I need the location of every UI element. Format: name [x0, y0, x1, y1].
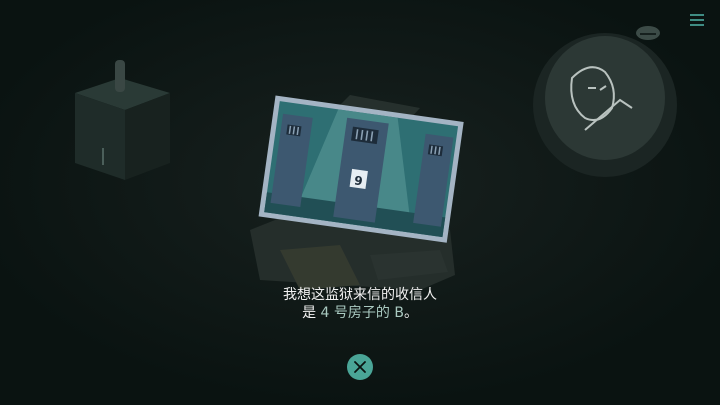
dialog-line-2-suffix: 。: [403, 305, 418, 321]
dialog-highlight: 4 号房子的 B: [320, 305, 404, 321]
dialog-line-2-prefix: 是: [302, 305, 317, 321]
menu-button[interactable]: [690, 14, 704, 26]
dialog-line-2: 是 4 号房子的 B。: [0, 304, 720, 322]
close-x-icon: [354, 361, 366, 373]
dialog-caption: 我想这监狱来信的收信人 是 4 号房子的 B。: [0, 286, 720, 322]
close-button[interactable]: [347, 354, 373, 380]
game-scene: 9: [0, 0, 720, 405]
dialog-line-1: 我想这监狱来信的收信人: [283, 287, 437, 303]
